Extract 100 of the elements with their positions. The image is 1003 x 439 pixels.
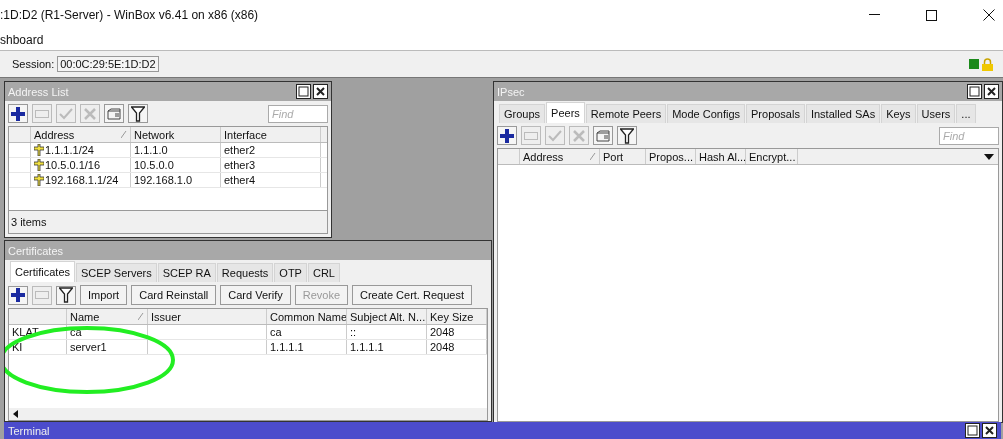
address-icon (34, 174, 44, 186)
filter-button[interactable] (56, 285, 76, 305)
window-title: Address List (8, 85, 69, 98)
table-cell: 10.5.0.0 (131, 158, 221, 172)
comment-button[interactable] (104, 104, 124, 123)
column-header[interactable]: Subject Alt. N... (347, 309, 427, 324)
tab[interactable]: Peers (546, 102, 585, 123)
tab[interactable]: SCEP Servers (76, 263, 157, 282)
add-button[interactable] (8, 104, 28, 123)
close-icon[interactable] (982, 423, 997, 438)
table-cell: 2048 (427, 340, 487, 354)
table-cell: 10.5.0.1/16 (45, 159, 101, 171)
column-header[interactable]: Issuer (148, 309, 267, 324)
table-cell: 1.1.1.1 (267, 340, 347, 354)
address-icon (34, 144, 44, 156)
note-icon (596, 129, 610, 142)
window-title: Certificates (8, 244, 64, 257)
column-header[interactable]: Hash Al... (696, 149, 746, 164)
table-cell: 1.1.1.0 (131, 143, 221, 157)
close-icon[interactable] (313, 84, 328, 99)
minus-icon (35, 109, 49, 118)
tab[interactable]: Groups (499, 104, 546, 123)
session-label: Session: (12, 58, 55, 70)
sort-icon (138, 313, 144, 320)
item-count: 3 items (11, 216, 47, 228)
add-button[interactable] (497, 126, 517, 145)
plus-icon (11, 288, 25, 302)
filter-icon (59, 287, 73, 303)
comment-button[interactable] (593, 126, 613, 145)
tab[interactable]: Installed SAs (805, 104, 881, 123)
table-cell: 192.168.1.1/24 (45, 174, 119, 186)
find-field[interactable]: Find (939, 126, 999, 145)
maximize-icon[interactable] (965, 423, 980, 438)
maximize-icon[interactable] (926, 9, 937, 21)
window-title: :1D:D2 (R1-Server) - WinBox v6.41 on x86 (x86) (0, 8, 259, 22)
minus-icon (524, 131, 538, 140)
check-icon (548, 129, 562, 142)
tab[interactable]: OTP (274, 263, 307, 282)
column-header[interactable]: Propos... (646, 149, 696, 164)
window-title: Terminal (8, 424, 50, 437)
plus-icon (500, 128, 514, 143)
menu-item[interactable]: shboard (0, 33, 44, 47)
table-cell: 1.1.1.1 (347, 340, 427, 354)
table-cell: ca (67, 325, 148, 339)
filter-button[interactable] (617, 126, 637, 145)
tab[interactable]: Users (916, 104, 956, 123)
column-header[interactable]: Key Size (427, 309, 487, 324)
table-cell: ca (267, 325, 347, 339)
toolbar-button[interactable]: Card Verify (220, 285, 291, 305)
cross-icon (84, 107, 96, 120)
check-icon (59, 107, 73, 120)
find-field[interactable]: Find (268, 104, 328, 123)
column-header[interactable]: Port (600, 149, 646, 164)
tab[interactable]: Keys (881, 104, 916, 123)
column-header[interactable]: Network (131, 127, 221, 142)
column-header[interactable]: Encrypt... (746, 149, 798, 164)
address-icon (34, 159, 44, 171)
toolbar-button[interactable]: Import (80, 285, 128, 305)
tab[interactable]: Proposals (746, 104, 805, 123)
close-icon[interactable] (983, 9, 995, 21)
table-cell: ether4 (221, 173, 321, 187)
column-header[interactable]: Name (67, 309, 148, 324)
table-cell: 1.1.1.1/24 (45, 144, 94, 156)
plus-icon (11, 106, 25, 121)
dropdown-icon[interactable] (984, 153, 994, 160)
tab[interactable]: CRL (307, 263, 340, 282)
close-icon[interactable] (984, 84, 999, 99)
column-header[interactable]: Interface (221, 127, 321, 142)
column-header[interactable]: Common Name (267, 309, 347, 324)
note-icon (107, 107, 121, 120)
tab[interactable]: Certificates (10, 261, 76, 282)
sort-icon (121, 131, 127, 138)
filter-icon (131, 105, 145, 122)
column-header[interactable]: Address (31, 127, 131, 142)
minimize-icon[interactable] (869, 14, 880, 16)
lock-icon (982, 57, 993, 71)
column-header[interactable]: Address (520, 149, 600, 164)
add-button[interactable] (8, 285, 28, 305)
maximize-icon[interactable] (967, 84, 982, 99)
table-cell: :: (347, 325, 427, 339)
table-cell: server1 (67, 340, 148, 354)
cross-icon (573, 129, 585, 142)
window-title: IPsec (497, 85, 525, 98)
maximize-icon[interactable] (296, 84, 311, 99)
toolbar-button[interactable]: Create Cert. Request (352, 285, 472, 305)
toolbar-button[interactable]: Card Reinstall (131, 285, 217, 305)
table-cell: ether3 (221, 158, 321, 172)
tab[interactable]: SCEP RA (157, 263, 216, 282)
filter-button[interactable] (128, 104, 148, 123)
tab[interactable]: ... (956, 104, 976, 123)
sort-icon (590, 153, 596, 160)
tab[interactable]: Requests (216, 263, 274, 282)
filter-icon (620, 127, 634, 144)
session-field[interactable]: 00:0C:29:5E:1D:D2 (57, 56, 159, 72)
table-cell: 2048 (427, 325, 487, 339)
tab[interactable]: Remote Peers (585, 104, 667, 123)
tab[interactable]: Mode Configs (667, 104, 745, 123)
scroll-left-icon[interactable] (13, 410, 18, 418)
table-cell: 192.168.1.0 (131, 173, 221, 187)
table-cell: ether2 (221, 143, 321, 157)
